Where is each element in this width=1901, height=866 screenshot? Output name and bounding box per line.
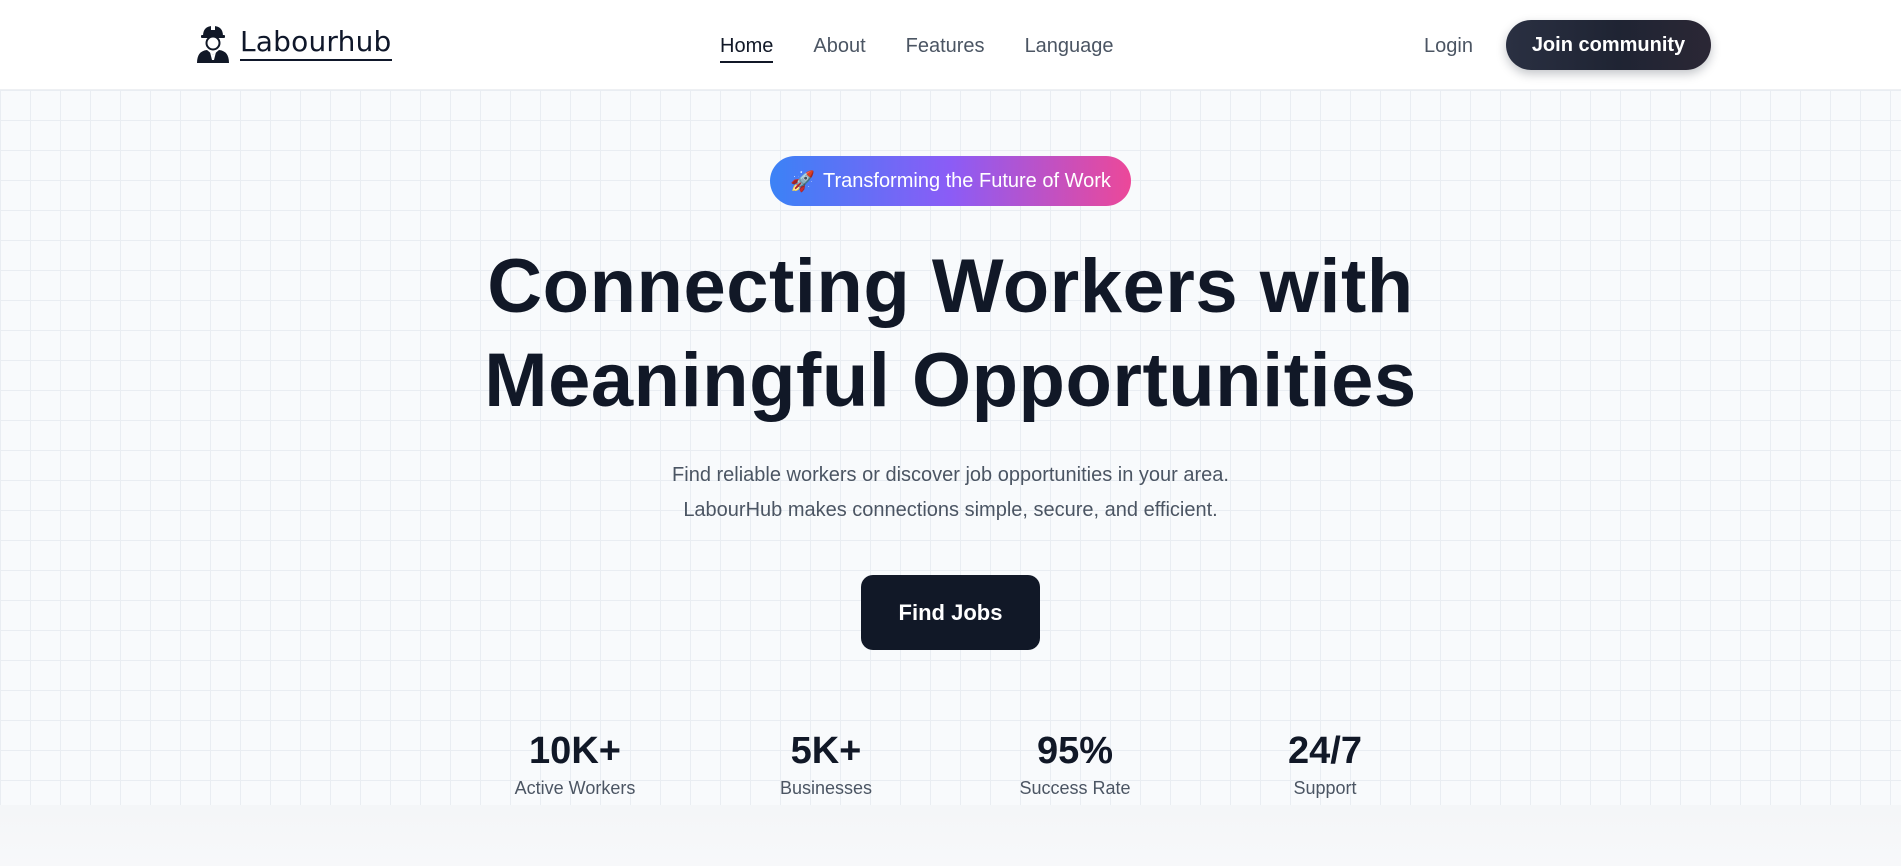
subtitle-line-1: Find reliable workers or discover job op… — [672, 464, 1229, 486]
top-navbar: Labourhub Home About Features Language L… — [0, 0, 1901, 90]
stat-label: Success Rate — [1019, 778, 1131, 798]
stat-support: 24/7 Support — [1215, 726, 1435, 800]
nav-features[interactable]: Features — [906, 33, 985, 63]
join-community-button[interactable]: Join community — [1506, 20, 1711, 70]
stat-label: Active Workers — [514, 778, 636, 798]
stat-value: 95% — [1036, 730, 1114, 772]
logo-text: Labourhub — [240, 25, 392, 61]
badge-text: Transforming the Future of Work — [823, 169, 1111, 192]
stat-active-workers: 10K+ Active Workers — [465, 726, 685, 800]
worker-hardhat-icon — [197, 25, 229, 63]
find-jobs-button[interactable]: Find Jobs — [861, 575, 1040, 650]
stat-businesses: 5K+ Businesses — [716, 726, 936, 800]
lower-section-background — [0, 805, 1901, 866]
announcement-badge: 🚀 Transforming the Future of Work — [770, 156, 1131, 206]
stat-value: 5K+ — [790, 730, 862, 772]
stat-value: 10K+ — [529, 730, 621, 772]
login-link[interactable]: Login — [1424, 33, 1473, 59]
stat-value: 24/7 — [1288, 730, 1362, 772]
hero-subtitle: Find reliable workers or discover job op… — [0, 458, 1901, 528]
nav-home[interactable]: Home — [720, 33, 774, 63]
stat-success-rate: 95% Success Rate — [965, 726, 1185, 800]
headline-line-1: Connecting Workers with — [487, 244, 1414, 329]
logo-link[interactable]: Labourhub — [192, 22, 392, 64]
hero-headline: Connecting Workers with Meaningful Oppor… — [0, 240, 1901, 428]
nav-language[interactable]: Language — [1025, 33, 1114, 63]
headline-line-2: Meaningful Opportunities — [484, 338, 1417, 423]
stat-label: Support — [1293, 778, 1357, 798]
rocket-icon: 🚀 — [790, 170, 815, 193]
stat-label: Businesses — [779, 778, 873, 798]
main-nav: Home About Features Language — [720, 33, 1114, 63]
subtitle-line-2: LabourHub makes connections simple, secu… — [683, 499, 1218, 521]
nav-about[interactable]: About — [813, 33, 865, 63]
